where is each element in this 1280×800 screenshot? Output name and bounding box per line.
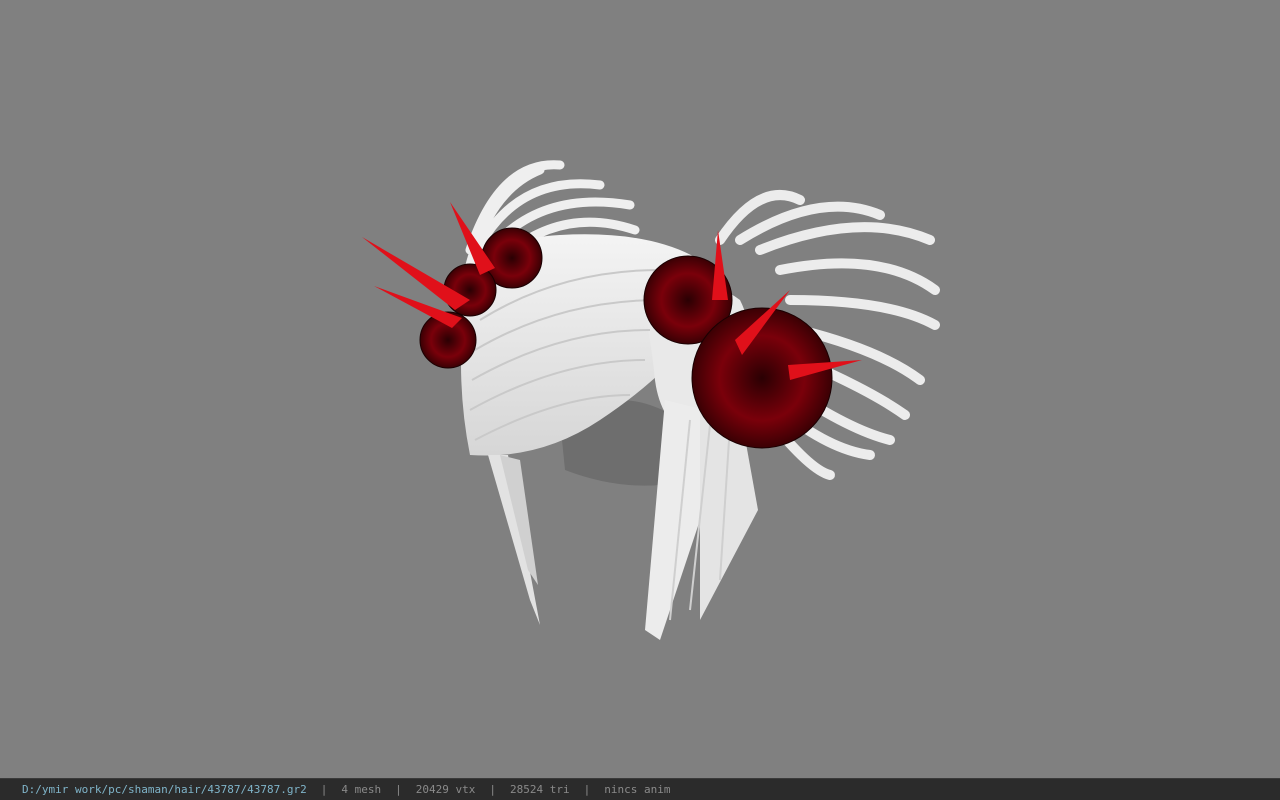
animation-status: nincs anim xyxy=(604,783,671,796)
triangle-count: 28524 tri xyxy=(510,783,570,796)
separator: | xyxy=(320,783,328,796)
hair-model-icon[interactable] xyxy=(0,0,1280,778)
file-path: D:/ymir work/pc/shaman/hair/43787/43787.… xyxy=(22,783,307,796)
3d-viewport[interactable] xyxy=(0,0,1280,778)
vertex-count: 20429 vtx xyxy=(415,783,476,796)
separator: | xyxy=(583,783,591,796)
separator: | xyxy=(489,783,497,796)
status-bar: D:/ymir work/pc/shaman/hair/43787/43787.… xyxy=(0,778,1280,800)
separator: | xyxy=(395,783,402,796)
mesh-count: 4 mesh xyxy=(341,783,382,796)
